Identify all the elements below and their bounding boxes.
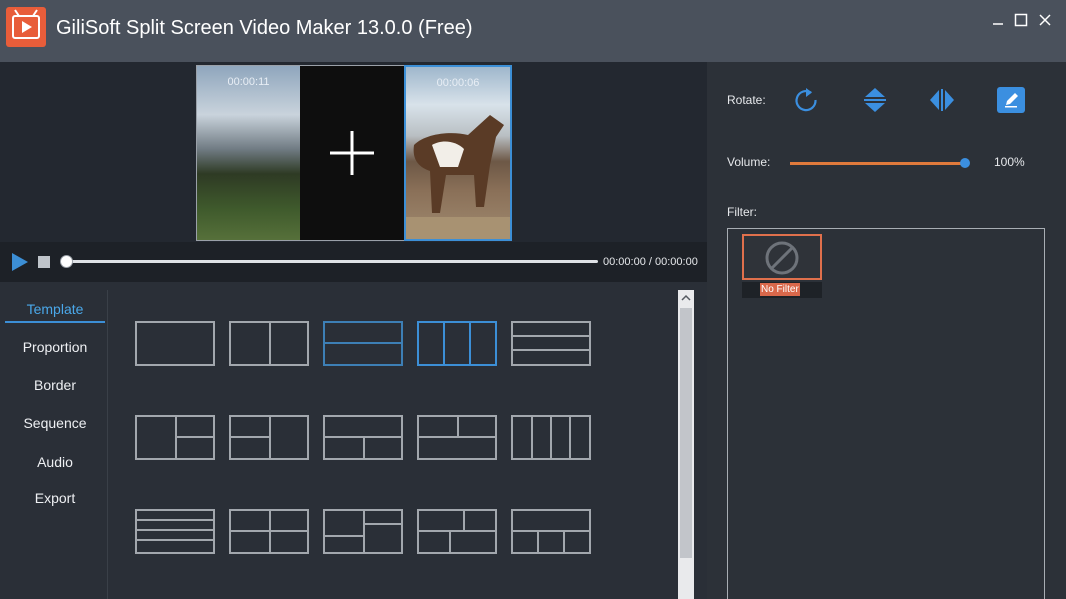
video-pane-2-empty[interactable] — [300, 65, 404, 241]
playback-bar: 00:00:00 / 00:00:00 — [0, 242, 707, 282]
filter-name: No Filter — [760, 283, 800, 296]
sidebar-item-audio[interactable]: Audio — [5, 448, 105, 476]
template-11[interactable] — [135, 509, 215, 554]
template-3[interactable] — [323, 321, 403, 366]
template-15[interactable] — [511, 509, 591, 554]
template-4[interactable] — [417, 321, 497, 366]
horse-photo-icon — [406, 115, 510, 239]
template-2[interactable] — [229, 321, 309, 366]
flip-vertical-icon[interactable] — [861, 86, 889, 114]
flip-horizontal-icon[interactable] — [928, 86, 956, 114]
close-button[interactable] — [1035, 10, 1055, 30]
video-pane-1[interactable]: 00:00:11 — [196, 65, 300, 241]
filter-label: Filter: — [727, 205, 757, 219]
time-readout: 00:00:00 / 00:00:00 — [603, 256, 698, 268]
pencil-icon — [1005, 93, 1018, 108]
volume-slider[interactable] — [790, 162, 966, 165]
sidebar-item-border[interactable]: Border — [5, 371, 105, 399]
scroll-thumb[interactable] — [680, 308, 692, 558]
filter-item-no-filter[interactable]: No Filter — [742, 234, 822, 300]
play-icon[interactable] — [10, 252, 30, 272]
pane-1-time: 00:00:11 — [227, 76, 270, 88]
split-preview: 00:00:11 00:00:06 — [196, 65, 512, 241]
maximize-button[interactable] — [1011, 10, 1031, 30]
settings-panel: Rotate: Volume: 100% Filter: No Filter — [707, 62, 1066, 599]
filter-thumbnail — [742, 234, 822, 280]
template-grid — [110, 290, 676, 599]
template-1[interactable] — [135, 321, 215, 366]
sidebar-item-proportion[interactable]: Proportion — [5, 333, 105, 361]
template-12[interactable] — [229, 509, 309, 554]
volume-handle[interactable] — [960, 158, 970, 168]
no-filter-icon — [765, 241, 799, 275]
app-window: GiliSoft Split Screen Video Maker 13.0.0… — [0, 0, 1066, 599]
video-pane-3[interactable]: 00:00:06 — [404, 65, 512, 241]
stop-button[interactable] — [38, 256, 50, 268]
template-5[interactable] — [511, 321, 591, 366]
template-6[interactable] — [135, 415, 215, 460]
pane-3-time: 00:00:06 — [436, 77, 480, 89]
bottom-panel: Template Proportion Border Sequence Audi… — [0, 282, 707, 599]
template-7[interactable] — [229, 415, 309, 460]
preview-area: 00:00:11 00:00:06 — [0, 62, 707, 242]
rotate-label: Rotate: — [727, 93, 766, 107]
volume-label: Volume: — [727, 155, 771, 169]
minimize-button[interactable] — [988, 10, 1008, 30]
app-logo-icon — [6, 7, 46, 47]
sidebar: Template Proportion Border Sequence Audi… — [0, 290, 108, 599]
template-14[interactable] — [417, 509, 497, 554]
scroll-up-arrow-icon[interactable] — [678, 290, 694, 306]
template-10[interactable] — [511, 415, 591, 460]
filter-list: No Filter — [727, 228, 1045, 599]
rotate-clockwise-icon[interactable] — [792, 86, 820, 114]
template-8[interactable] — [323, 415, 403, 460]
volume-value: 100% — [994, 155, 1025, 169]
template-13[interactable] — [323, 509, 403, 554]
template-scrollbar[interactable] — [678, 290, 694, 599]
title-bar: GiliSoft Split Screen Video Maker 13.0.0… — [0, 0, 1066, 62]
edit-button[interactable] — [997, 87, 1025, 113]
template-9[interactable] — [417, 415, 497, 460]
sidebar-item-export[interactable]: Export — [5, 484, 105, 512]
filter-caption-bar: No Filter — [742, 282, 822, 298]
seek-handle[interactable] — [60, 255, 73, 268]
add-video-icon[interactable] — [327, 128, 377, 178]
sidebar-item-sequence[interactable]: Sequence — [5, 409, 105, 437]
window-title: GiliSoft Split Screen Video Maker 13.0.0… — [56, 17, 473, 39]
seek-bar[interactable] — [66, 260, 598, 263]
sidebar-item-template[interactable]: Template — [5, 295, 105, 323]
